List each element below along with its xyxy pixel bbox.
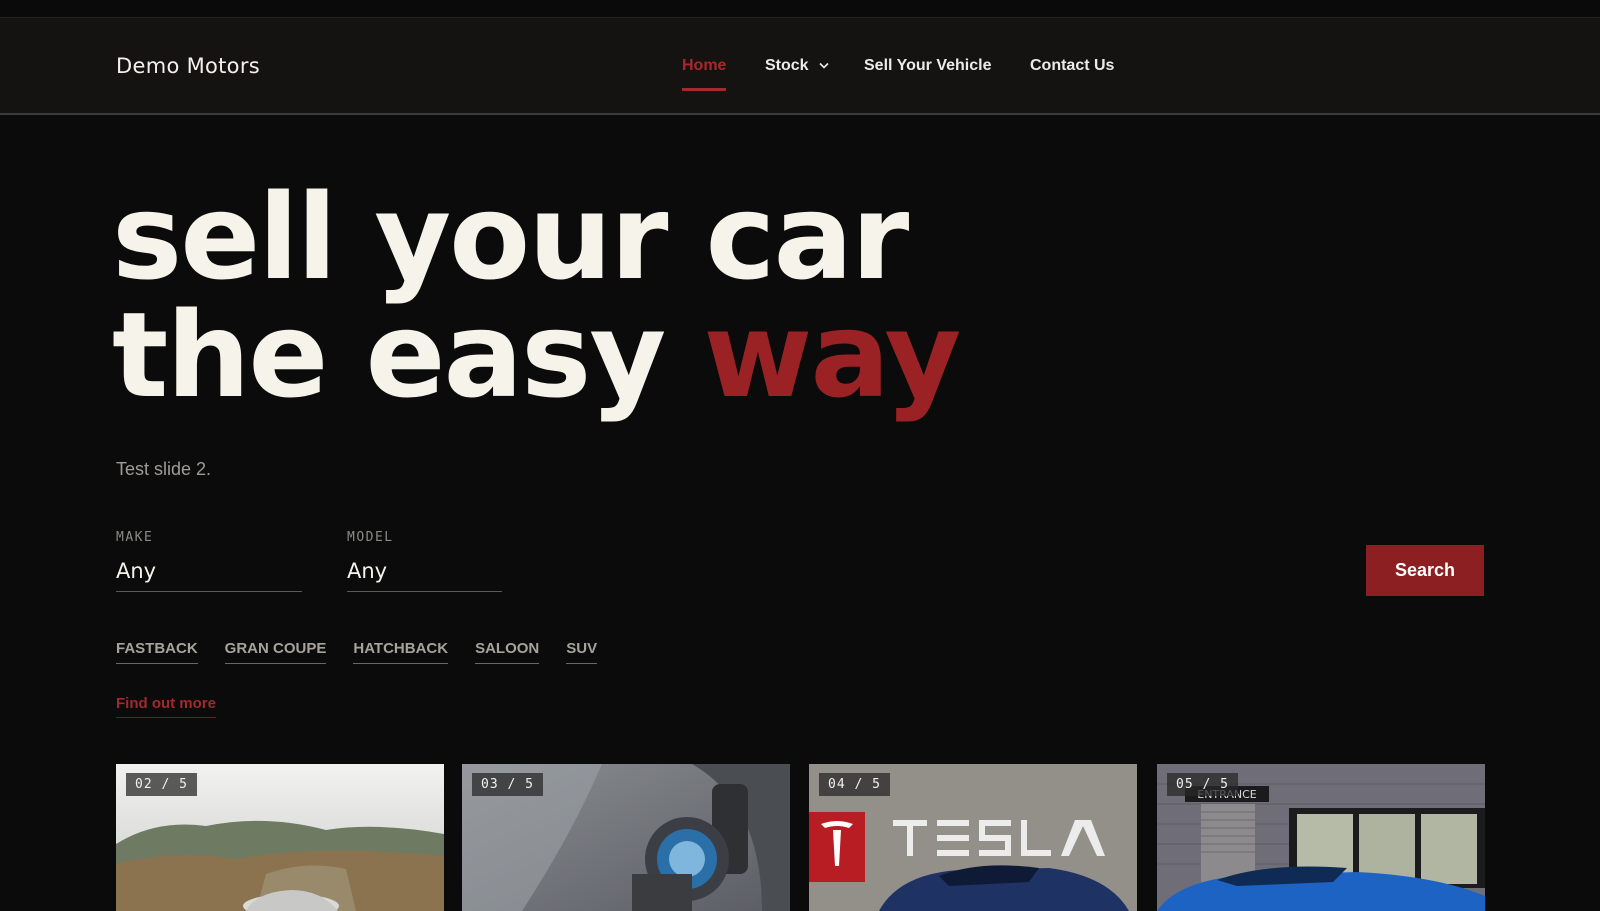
slide-counter-badge: 02 / 5 [126,773,197,796]
site-header: Demo Motors Home Stock Sell Your Vehicle… [0,18,1600,115]
nav-contact-label: Contact Us [1030,57,1115,74]
model-select[interactable]: Any [347,559,502,592]
hero-title-line-2: the easy way [112,296,961,414]
slide-card-5[interactable]: ENTRANCE 05 / 5 [1157,764,1485,911]
hero-subtitle: Test slide 2. [116,459,212,479]
model-label: MODEL [347,530,394,545]
top-strip [0,0,1600,18]
body-type-saloon[interactable]: SALOON [475,640,540,664]
make-select[interactable]: Any [116,559,302,592]
body-type-suv[interactable]: SUV [566,640,598,664]
slide-card-3[interactable]: 03 / 5 [462,764,790,911]
make-label: MAKE [116,530,154,545]
nav-sell-your-vehicle[interactable]: Sell Your Vehicle [864,57,991,75]
main-nav: Home Stock Sell Your Vehicle Contact Us [0,18,1600,115]
slide-card-4[interactable]: 04 / 5 [809,764,1137,911]
active-underline [682,88,727,91]
nav-sell-label: Sell Your Vehicle [864,57,992,74]
slide-counter-badge: 05 / 5 [1167,773,1238,796]
hero-title-line-1: sell your car [112,168,909,306]
make-field: MAKE Any [116,530,302,592]
body-type-links: FASTBACK GRAN COUPE HATCHBACK SALOON SUV [116,640,598,664]
body-type-fastback[interactable]: FASTBACK [116,640,198,664]
slide-card-2[interactable]: 02 / 5 [116,764,444,911]
hero-title-accent: way [703,286,961,424]
hero-title-line-2-main: the easy [112,286,704,424]
search-button[interactable]: Search [1366,545,1484,596]
slide-thumbnails: 02 / 5 03 / 5 04 / 5 05 / 5 [116,764,1485,911]
model-field: MODEL Any [347,530,502,592]
nav-home[interactable]: Home [682,57,727,91]
slide-counter-badge: 03 / 5 [472,773,543,796]
nav-stock-label: Stock [765,57,809,74]
hero-title: sell your car the easy way [112,168,961,414]
nav-home-label: Home [682,57,727,74]
nav-stock[interactable]: Stock [765,57,829,75]
chevron-down-icon [819,63,829,69]
find-out-more-link[interactable]: Find out more [116,695,216,718]
body-type-gran-coupe[interactable]: GRAN COUPE [224,640,327,664]
nav-contact-us[interactable]: Contact Us [1030,57,1114,75]
body-type-hatchback[interactable]: HATCHBACK [353,640,449,664]
slide-counter-badge: 04 / 5 [819,773,890,796]
